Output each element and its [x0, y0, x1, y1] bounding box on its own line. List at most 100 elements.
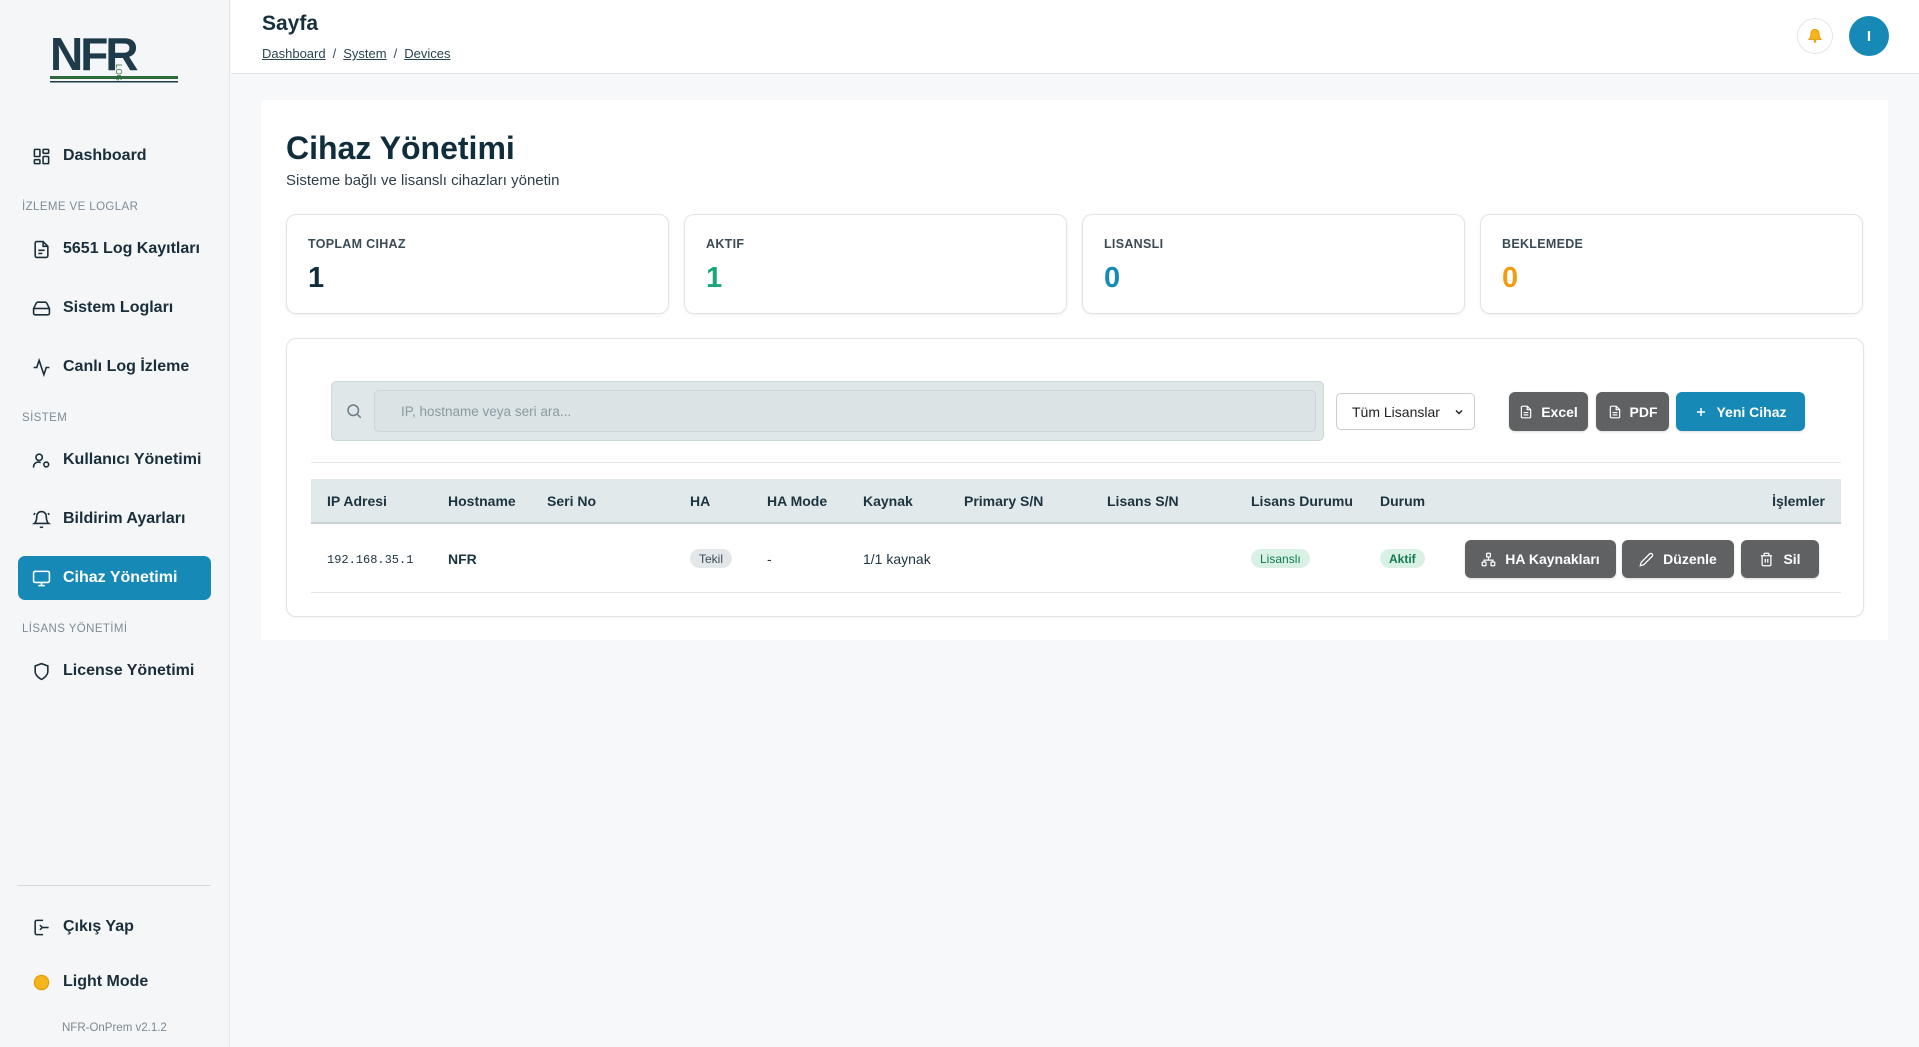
nfr-logo[interactable]: NFR LOG — [50, 28, 180, 84]
sidebar-item-dashboard[interactable]: Dashboard — [18, 134, 211, 178]
button-label: Sil — [1783, 551, 1801, 567]
sidebar-item-live-logs[interactable]: Canlı Log İzleme — [18, 345, 211, 389]
license-status-badge: Lisanslı — [1251, 549, 1310, 568]
edit-button[interactable]: Düzenle — [1622, 540, 1734, 578]
sidebar-item-label: Kullanıcı Yönetimi — [63, 451, 202, 468]
sidebar-item-label: 5651 Log Kayıtları — [63, 240, 200, 257]
button-label: Excel — [1541, 403, 1578, 420]
stat-label: BEKLEMEDE — [1502, 237, 1584, 251]
search-input[interactable] — [374, 390, 1316, 432]
button-label: HA Kaynakları — [1505, 551, 1600, 567]
column-header: Lisans Durumu — [1251, 493, 1353, 509]
search-bar — [331, 381, 1324, 441]
column-header: HA Mode — [767, 493, 828, 509]
sidebar: NFR LOG Dashboard İZLEME VE LOGLAR 5651 … — [0, 0, 230, 1047]
section-monitoring: İZLEME VE LOGLAR — [22, 201, 139, 213]
user-settings-icon — [32, 452, 50, 468]
shield-icon — [34, 662, 49, 680]
breadcrumb-system[interactable]: System — [343, 46, 386, 61]
column-header: Primary S/N — [964, 493, 1044, 509]
page-title: Cihaz Yönetimi — [286, 130, 515, 166]
sidebar-item-label: Bildirim Ayarları — [63, 510, 186, 527]
breadcrumb-dashboard[interactable]: Dashboard — [262, 46, 326, 61]
logout-icon — [34, 919, 49, 935]
logout-label: Çıkış Yap — [63, 918, 134, 935]
column-header: Kaynak — [863, 493, 913, 509]
main-panel: Cihaz Yönetimi Sisteme bağlı ve lisanslı… — [261, 100, 1888, 640]
svg-text:NFR: NFR — [50, 28, 138, 80]
page-label: Sayfa — [262, 12, 319, 35]
devices-card: Tüm Lisanslar Excel PDF Yeni Cihaz IP Ad… — [286, 338, 1864, 617]
license-filter-select[interactable]: Tüm Lisanslar — [1336, 393, 1475, 430]
version-text: NFR-OnPrem v2.1.2 — [62, 1022, 167, 1034]
stat-card-licensed: LISANSLI 0 — [1082, 214, 1465, 314]
stat-value: 1 — [308, 262, 325, 294]
new-device-button[interactable]: Yeni Cihaz — [1676, 392, 1805, 431]
sidebar-divider — [18, 885, 211, 886]
ha-sources-button[interactable]: HA Kaynakları — [1465, 540, 1616, 578]
column-header: Seri No — [547, 493, 597, 509]
pencil-icon — [1639, 552, 1654, 567]
export-excel-button[interactable]: Excel — [1509, 392, 1588, 431]
status-badge: Aktif — [1380, 549, 1425, 568]
section-license: LİSANS YÖNETİMİ — [22, 623, 128, 635]
sidebar-item-user-management[interactable]: Kullanıcı Yönetimi — [18, 438, 211, 482]
sidebar-item-label: Dashboard — [63, 147, 147, 164]
sidebar-item-label: Sistem Logları — [63, 299, 174, 316]
sidebar-item-5651-logs[interactable]: 5651 Log Kayıtları — [18, 227, 211, 271]
monitor-icon — [32, 570, 51, 586]
table-header: IP Adresi Hostname Seri No HA HA Mode Ka… — [311, 479, 1841, 524]
network-icon — [1481, 552, 1496, 566]
log-file-icon — [34, 240, 49, 258]
sidebar-item-system-logs[interactable]: Sistem Logları — [18, 286, 211, 330]
bell-icon — [1807, 28, 1823, 43]
dashboard-icon — [33, 148, 50, 164]
cell-ha-mode: - — [767, 551, 772, 567]
file-icon — [1609, 405, 1620, 418]
license-filter-value: Tüm Lisanslar — [1352, 403, 1440, 420]
file-icon — [1520, 405, 1532, 418]
breadcrumb: Dashboard / System / Devices — [262, 46, 450, 61]
sun-icon — [33, 974, 50, 990]
sidebar-item-label: Cihaz Yönetimi — [63, 569, 178, 586]
column-header: Durum — [1380, 493, 1426, 509]
sidebar-item-license-management[interactable]: License Yönetimi — [18, 649, 211, 693]
sidebar-item-device-management[interactable]: Cihaz Yönetimi — [18, 556, 211, 600]
logout-button[interactable]: Çıkış Yap — [18, 905, 211, 949]
table-row: 192.168.35.1 NFR Tekil - 1/1 kaynak Lisa… — [311, 525, 1841, 593]
page-subtitle: Sisteme bağlı ve lisanslı cihazları yöne… — [286, 172, 560, 189]
column-header: Lisans S/N — [1107, 493, 1179, 509]
stat-label: LISANSLI — [1104, 237, 1164, 251]
button-label: Yeni Cihaz — [1716, 403, 1787, 420]
ha-badge: Tekil — [690, 549, 733, 568]
button-label: Düzenle — [1663, 551, 1717, 567]
breadcrumb-separator: / — [393, 46, 398, 61]
cell-source: 1/1 kaynak — [863, 551, 931, 567]
column-header: Hostname — [448, 493, 516, 509]
notifications-button[interactable] — [1797, 18, 1833, 54]
plus-icon — [1697, 407, 1706, 416]
stat-card-active: AKTIF 1 — [684, 214, 1067, 314]
stat-label: AKTIF — [706, 237, 745, 251]
trash-icon — [1761, 552, 1773, 566]
theme-toggle[interactable]: Light Mode — [18, 960, 211, 1004]
sidebar-item-label: License Yönetimi — [63, 662, 195, 679]
bell-icon — [32, 510, 51, 528]
stat-value: 1 — [706, 262, 723, 294]
avatar[interactable]: I — [1849, 16, 1889, 56]
cell-hostname: NFR — [448, 551, 477, 567]
hard-drive-icon — [32, 300, 51, 316]
breadcrumb-devices[interactable]: Devices — [404, 46, 450, 61]
cell-ip: 192.168.35.1 — [327, 553, 414, 567]
column-header: IP Adresi — [327, 493, 387, 509]
stat-label: TOPLAM CIHAZ — [308, 237, 406, 251]
activity-icon — [33, 357, 50, 377]
search-icon — [347, 404, 362, 419]
delete-button[interactable]: Sil — [1741, 540, 1819, 578]
stat-card-pending: BEKLEMEDE 0 — [1480, 214, 1863, 314]
export-pdf-button[interactable]: PDF — [1596, 392, 1669, 431]
sidebar-item-label: Canlı Log İzleme — [63, 358, 190, 375]
top-header: Sayfa Dashboard / System / Devices I — [231, 0, 1919, 74]
stat-value: 0 — [1104, 262, 1121, 294]
sidebar-item-notification-settings[interactable]: Bildirim Ayarları — [18, 497, 211, 541]
